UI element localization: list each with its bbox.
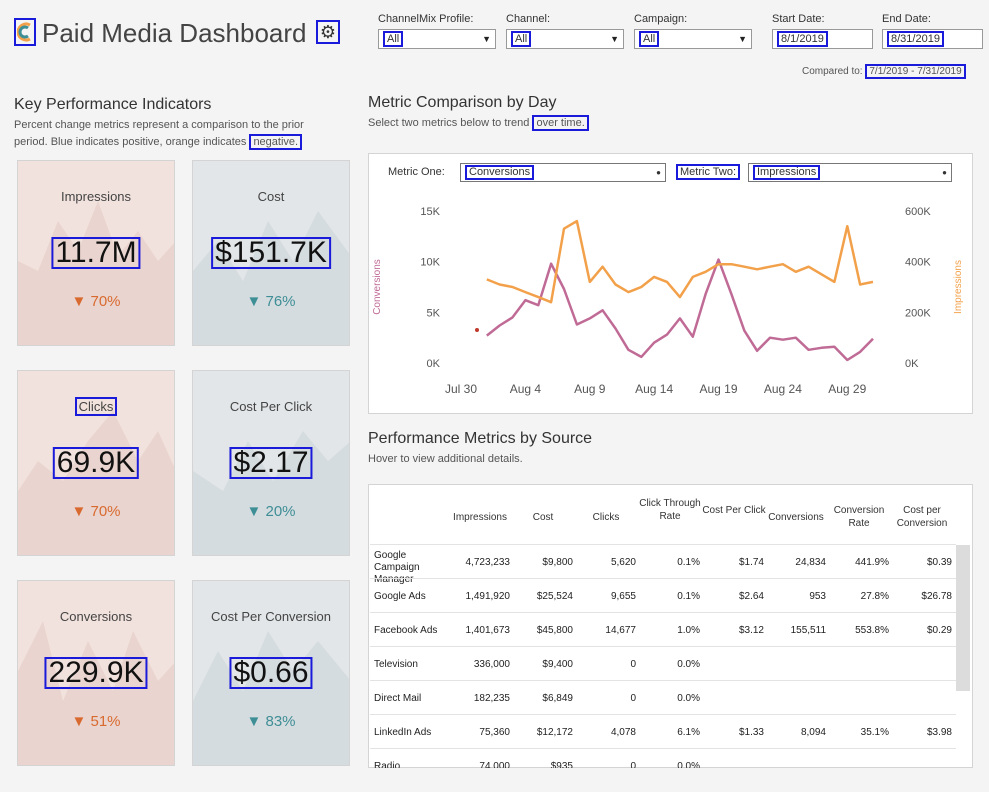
table-cell: 8,094 <box>800 727 826 738</box>
table-header-cell[interactable]: Impressions <box>446 511 514 524</box>
table-row-source[interactable]: Direct Mail <box>374 693 452 705</box>
table-row-source[interactable]: Google Ads <box>374 591 452 603</box>
table-cell: 74,000 <box>479 761 510 768</box>
table-cell: 0.0% <box>677 659 700 670</box>
table-layer: Impressions Cost Clicks Click Through Rate C… <box>0 0 989 768</box>
table-header-cell[interactable]: Cost <box>509 511 577 524</box>
table-header-cell[interactable]: Conversions <box>762 511 830 524</box>
table-cell: 0 <box>630 761 636 768</box>
table-row-source[interactable]: Television <box>374 659 452 671</box>
table-header-cell[interactable]: Cost per Conversion <box>888 504 956 530</box>
table-cell: $6,849 <box>542 693 573 704</box>
table-cell: 1,491,920 <box>465 591 511 602</box>
table-cell: 336,000 <box>473 659 510 670</box>
table-cell: 1.0% <box>677 625 700 636</box>
table-cell: 953 <box>809 591 826 602</box>
table-cell: $3.98 <box>926 727 952 738</box>
table-cell: 553.8% <box>855 625 889 636</box>
table-cell: 182,235 <box>473 693 510 704</box>
table-cell: $2.64 <box>738 591 764 602</box>
table-cell: 1,401,673 <box>465 625 511 636</box>
table-cell: 35.1% <box>860 727 889 738</box>
table-cell: 4,723,233 <box>465 557 511 568</box>
table-cell: 0 <box>630 693 636 704</box>
table-row-source[interactable]: LinkedIn Ads <box>374 727 452 739</box>
table-cell: $0.39 <box>926 557 952 568</box>
table-cell: $1.74 <box>738 557 764 568</box>
row-separator <box>370 612 956 613</box>
table-cell: 0.1% <box>677 591 700 602</box>
row-separator <box>370 646 956 647</box>
table-header-cell[interactable]: Cost Per Click <box>700 504 768 517</box>
table-row-source[interactable]: Radio <box>374 761 452 768</box>
table-header-cell[interactable]: Clicks <box>572 511 640 524</box>
row-separator <box>370 680 956 681</box>
table-header-cell[interactable]: Click Through Rate <box>636 497 704 523</box>
table-cell: $26.78 <box>921 591 952 602</box>
table-cell: $0.29 <box>926 625 952 636</box>
table-cell: $3.12 <box>738 625 764 636</box>
table-cell: 6.1% <box>677 727 700 738</box>
table-cell: 0 <box>630 659 636 670</box>
table-cell: 27.8% <box>860 591 889 602</box>
table-cell: $935 <box>550 761 573 768</box>
table-cell: $1.33 <box>738 727 764 738</box>
table-cell: $25,524 <box>536 591 573 602</box>
table-row-source[interactable]: Google Campaign Manager <box>374 550 452 586</box>
table-cell: $9,400 <box>542 659 573 670</box>
table-cell: 4,078 <box>610 727 636 738</box>
row-separator <box>370 714 956 715</box>
row-separator <box>370 578 956 579</box>
table-cell: 9,655 <box>610 591 636 602</box>
table-header-cell[interactable]: Conversion Rate <box>825 504 893 530</box>
table-cell: 0.0% <box>677 693 700 704</box>
table-cell: 75,360 <box>479 727 510 738</box>
table-cell: 155,511 <box>790 625 826 636</box>
table-cell: 14,677 <box>605 625 636 636</box>
table-cell: 0.0% <box>677 761 700 768</box>
table-cell: 0.1% <box>677 557 700 568</box>
row-separator <box>370 544 956 545</box>
table-cell: 5,620 <box>610 557 636 568</box>
table-cell: $45,800 <box>536 625 573 636</box>
table-row-source[interactable]: Facebook Ads <box>374 625 452 637</box>
row-separator <box>370 748 956 749</box>
table-cell: $9,800 <box>542 557 573 568</box>
table-cell: 441.9% <box>855 557 889 568</box>
table-cell: $12,172 <box>536 727 573 738</box>
table-cell: 24,834 <box>795 557 826 568</box>
